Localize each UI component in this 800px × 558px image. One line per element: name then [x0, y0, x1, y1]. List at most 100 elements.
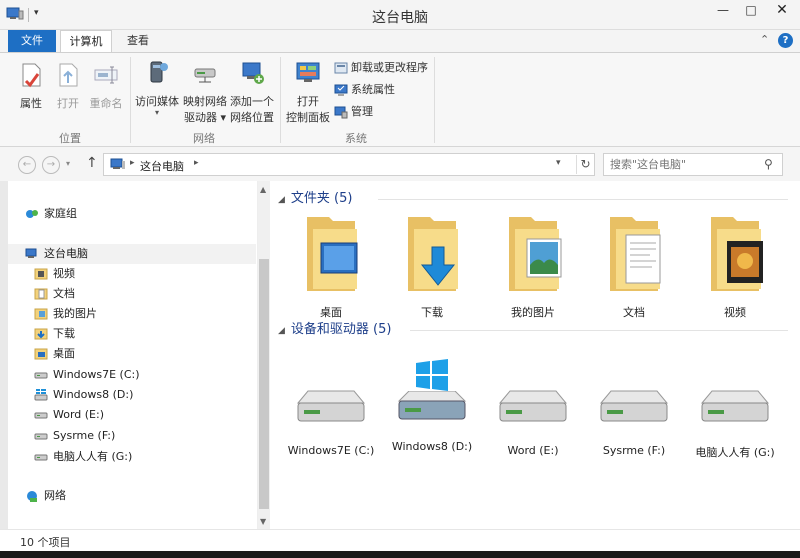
hard-drive-icon [700, 390, 770, 422]
hard-drive-icon [397, 390, 467, 420]
properties-button[interactable]: 属性 [12, 61, 50, 111]
folder-pictures[interactable]: 我的图片 [488, 213, 578, 320]
nav-item-network[interactable]: 网络 [8, 486, 256, 506]
collapse-ribbon-button[interactable]: ⌃ [760, 33, 769, 46]
tab-file[interactable]: 文件 [8, 30, 56, 52]
nav-label: 视频 [53, 267, 75, 280]
control-panel-icon [296, 62, 320, 82]
refresh-button[interactable]: ↻ [576, 155, 594, 174]
properties-icon [22, 63, 41, 88]
recent-locations-dropdown[interactable]: ▾ [66, 159, 70, 168]
nav-item-drive-g[interactable]: 电脑人人有 (G:) [8, 447, 256, 467]
system-properties-icon [334, 84, 348, 96]
tab-view[interactable]: 查看 [118, 30, 158, 52]
media-server-icon [150, 61, 168, 83]
close-button[interactable]: ✕ [764, 0, 800, 22]
group-label-network: 网络 [193, 132, 215, 145]
open-button[interactable]: 打开 [52, 61, 84, 111]
collapse-icon[interactable]: ◢ [278, 326, 285, 336]
collapse-icon[interactable]: ◢ [278, 195, 285, 205]
search-input[interactable] [610, 157, 760, 172]
ribbon-divider [434, 57, 435, 143]
item-count: 10 个项目 [20, 536, 71, 549]
manage-label: 管理 [351, 105, 373, 118]
window-title: 这台电脑 [372, 10, 428, 26]
downloads-folder-icon [34, 328, 48, 340]
windows-drive-icon [34, 389, 48, 401]
minimize-button[interactable]: — [710, 0, 736, 22]
drive-f[interactable]: Sysrme (F:) [589, 381, 679, 457]
nav-item-homegroup[interactable]: 家庭组 [8, 204, 256, 224]
desktop-folder-icon [307, 217, 358, 291]
network-location-icon [242, 62, 264, 84]
network-drive-icon [194, 68, 216, 83]
pictures-folder-icon [509, 217, 562, 291]
nav-item-downloads[interactable]: 下载 [8, 324, 256, 344]
homegroup-icon [26, 210, 38, 218]
open-control-panel-button[interactable]: 打开 控制面板 [286, 59, 330, 125]
hard-drive-icon [599, 390, 669, 422]
map-network-drive-button[interactable]: 映射网络 驱动器 ▾ [182, 59, 228, 125]
nav-label: Sysrme (F:) [53, 429, 116, 442]
drive-g[interactable]: 电脑人人有 (G:) [690, 381, 780, 460]
nav-item-this-pc[interactable]: 这台电脑 [8, 244, 256, 264]
folders-section-header[interactable]: ◢ 文件夹 (5) [278, 190, 788, 208]
nav-item-videos[interactable]: 视频 [8, 264, 256, 284]
nav-item-documents[interactable]: 文档 [8, 284, 256, 304]
folder-downloads[interactable]: 下载 [387, 213, 477, 320]
help-icon[interactable]: ? [778, 33, 793, 48]
scroll-down-arrow[interactable]: ▼ [260, 517, 266, 526]
access-media-button[interactable]: 访问媒体 ▾ [134, 59, 180, 117]
search-icon[interactable]: ⚲ [764, 157, 773, 171]
nav-item-desktop[interactable]: 桌面 [8, 344, 256, 364]
back-button[interactable]: ← [18, 156, 36, 174]
documents-folder-icon [34, 288, 48, 300]
navigation-pane: 家庭组 这台电脑 视频 文档 我的图片 下载 桌面 Windows7E (C:)… [8, 181, 258, 529]
tab-computer[interactable]: 计算机 [60, 30, 112, 53]
hard-drive-icon [498, 390, 568, 422]
nav-label: Word (E:) [53, 408, 105, 421]
drive-icon [34, 372, 48, 379]
manage-button[interactable]: 管理 [334, 103, 373, 121]
drives-section-header[interactable]: ◢ 设备和驱动器 (5) [278, 321, 788, 339]
forward-button[interactable]: → [42, 156, 60, 174]
drive-label: Sysrme (F:) [602, 444, 666, 457]
nav-scrollbar[interactable]: ▲ ▼ [258, 181, 270, 529]
add-network-location-button[interactable]: 添加一个 网络位置 [229, 59, 275, 125]
search-box[interactable]: ⚲ [603, 153, 783, 176]
address-dropdown[interactable]: ▾ [556, 158, 561, 168]
breadcrumb-separator[interactable]: ▸ [130, 158, 135, 168]
system-properties-button[interactable]: 系统属性 [334, 81, 395, 99]
videos-folder-icon [711, 217, 763, 291]
breadcrumb-separator[interactable]: ▸ [194, 158, 199, 168]
nav-label: 网络 [44, 489, 66, 502]
nav-item-pictures[interactable]: 我的图片 [8, 304, 256, 324]
nav-label: 这台电脑 [44, 247, 88, 260]
folder-videos[interactable]: 视频 [690, 213, 780, 320]
nav-item-drive-c[interactable]: Windows7E (C:) [8, 365, 256, 385]
nav-label: 下载 [53, 327, 75, 340]
drive-c[interactable]: Windows7E (C:) [286, 381, 376, 457]
nav-label: 电脑人人有 (G:) [53, 450, 133, 463]
scroll-up-arrow[interactable]: ▲ [260, 185, 266, 194]
folder-documents[interactable]: 文档 [589, 213, 679, 320]
drive-e[interactable]: Word (E:) [488, 381, 578, 457]
folder-label: 桌面 [320, 306, 342, 319]
nav-item-drive-f[interactable]: Sysrme (F:) [8, 426, 256, 446]
nav-item-drive-e[interactable]: Word (E:) [8, 405, 256, 425]
up-button[interactable]: ↑ [86, 155, 98, 171]
rename-button[interactable]: 重命名 [86, 61, 126, 111]
nav-label: 桌面 [53, 347, 75, 360]
maximize-button[interactable]: □ [738, 0, 764, 22]
window-bottom-edge [0, 551, 800, 558]
nav-item-drive-d[interactable]: Windows8 (D:) [8, 385, 256, 405]
uninstall-program-button[interactable]: 卸载或更改程序 [334, 59, 428, 77]
title-bar: ▾ 这台电脑 — □ ✕ [0, 0, 800, 30]
drive-d[interactable]: Windows8 (D:) [387, 359, 477, 453]
computer-icon [25, 248, 37, 258]
address-bar[interactable]: ▸ 这台电脑 ▸ ▾ ↻ [103, 153, 595, 176]
status-bar: 10 个项目 [0, 529, 800, 551]
scroll-thumb[interactable] [259, 259, 269, 509]
breadcrumb-this-pc[interactable]: 这台电脑 [140, 158, 184, 174]
folder-desktop[interactable]: 桌面 [286, 213, 376, 320]
